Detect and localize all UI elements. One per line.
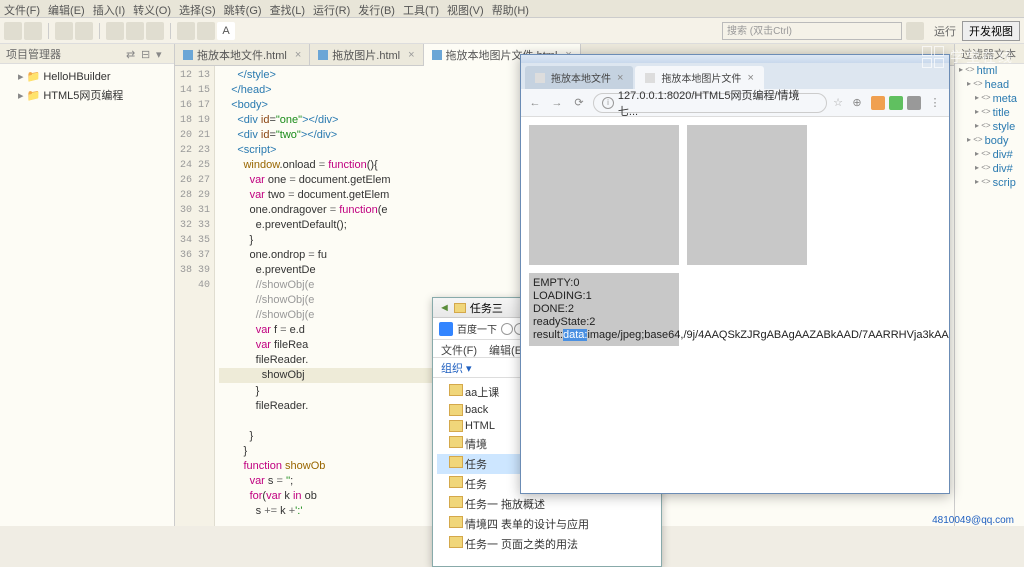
menu-item[interactable]: 选择(S) [179, 2, 216, 15]
drop-zone-one[interactable] [529, 125, 679, 265]
extension-icons [871, 96, 921, 110]
outline-item[interactable]: ▸ <>head [955, 78, 1024, 92]
file-icon [183, 50, 193, 60]
outline-panel: 过滤器文本 ▸ <>html▸ <>head▸ <>meta▸ <>title▸… [954, 44, 1024, 526]
outline-item[interactable]: ▸ <>meta [955, 92, 1024, 106]
nav-forward-icon[interactable]: → [549, 95, 565, 111]
menu-item[interactable]: 视图(V) [447, 2, 484, 15]
browser-window[interactable]: 拖放本地文件×拖放本地图片文件× ← → ⟳ i 127.0.0.1:8020/… [520, 54, 950, 494]
close-icon[interactable]: × [747, 72, 753, 84]
watermark: 学堂在线 [922, 46, 1014, 68]
run-label: 运行 [934, 23, 956, 39]
search-icon[interactable] [906, 22, 924, 40]
browser-tabs: 拖放本地文件×拖放本地图片文件× [521, 63, 949, 89]
menu-item[interactable]: 工具(T) [403, 2, 439, 15]
menu-item[interactable]: 运行(R) [313, 2, 350, 15]
menu-item[interactable]: 插入(I) [93, 2, 125, 15]
tool-new-icon[interactable] [4, 22, 22, 40]
tool-save-icon[interactable] [24, 22, 42, 40]
nav-back-icon[interactable]: ← [527, 95, 543, 111]
page-icon [645, 73, 655, 83]
drop-zone-two[interactable] [687, 125, 807, 265]
explorer-menu-item[interactable]: 文件(F) [441, 342, 477, 355]
menu-item[interactable]: 跳转(G) [224, 2, 262, 15]
file-item[interactable]: 任务一 页面之类的用法 [437, 534, 657, 554]
ext1-icon[interactable] [871, 96, 885, 110]
tool-redo-icon[interactable] [75, 22, 93, 40]
browser-titlebar[interactable] [521, 55, 949, 63]
tool-copy-icon[interactable] [126, 22, 144, 40]
tool-a-icon[interactable]: A [217, 22, 235, 40]
browser-body: EMPTY:0LOADING:1DONE:2readyState:2result… [521, 117, 949, 493]
menu-item[interactable]: 帮助(H) [492, 2, 529, 15]
project-tree[interactable]: 📁 HelloHBuilder📁 HTML5网页编程 [0, 64, 174, 109]
explorer-path: 任务三 [470, 300, 503, 316]
editor-tab[interactable]: 拖放图片.html× [310, 44, 423, 65]
tool-paste-icon[interactable] [146, 22, 164, 40]
explorer-back-icon[interactable]: ◄ [439, 302, 450, 314]
watermark-text: 学堂在线 [950, 47, 1014, 67]
close-icon[interactable]: × [295, 49, 301, 61]
baidu-label: 百度一下 [457, 321, 497, 336]
file-item[interactable]: 情境四 表单的设计与应用 [437, 514, 657, 534]
panel-collapse-icon[interactable]: ⊟ [141, 48, 153, 60]
outline-item[interactable]: ▸ <>div# [955, 148, 1024, 162]
search-input[interactable]: 搜索 (双击Ctrl) [722, 22, 902, 40]
outline-tree[interactable]: ▸ <>html▸ <>head▸ <>meta▸ <>title▸ <>sty… [955, 64, 1024, 190]
menu-item[interactable]: 编辑(E) [48, 2, 85, 15]
translate-icon[interactable]: ⊕ [849, 95, 865, 111]
ext3-icon[interactable] [907, 96, 921, 110]
project-panel-title: 项目管理器 [6, 46, 126, 62]
url-text: 127.0.0.1:8020/HTML5网页编程/情境七... [618, 87, 818, 119]
tool-undo-icon[interactable] [55, 22, 73, 40]
bookmark-icon[interactable]: ☆ [833, 96, 843, 109]
editor-tab[interactable]: 拖放本地文件.html× [175, 44, 310, 65]
outline-item[interactable]: ▸ <>div# [955, 162, 1024, 176]
tool-run-icon[interactable] [177, 22, 195, 40]
menu-item[interactable]: 发行(B) [358, 2, 395, 15]
nav-reload-icon[interactable]: ⟳ [571, 95, 587, 111]
menubar: 文件(F) 编辑(E) 插入(I) 转义(O) 选择(S) 跳转(G) 查找(L) 运行(R)… [0, 0, 1024, 18]
menu-item[interactable]: 转义(O) [133, 2, 171, 15]
url-bar[interactable]: i 127.0.0.1:8020/HTML5网页编程/情境七... [593, 93, 827, 113]
file-item[interactable]: 任务一 拖放概述 [437, 494, 657, 514]
menu-icon[interactable]: ⋮ [927, 95, 943, 111]
toolbar: A 搜索 (双击Ctrl) 运行 开发视图 [0, 18, 1024, 44]
panel-menu-icon[interactable]: ▾ [156, 48, 168, 60]
tool-cut-icon[interactable] [106, 22, 124, 40]
tool-format-icon[interactable] [197, 22, 215, 40]
close-icon[interactable]: × [408, 49, 414, 61]
panel-link-icon[interactable]: ⇄ [126, 48, 138, 60]
project-panel: 项目管理器 ⇄ ⊟ ▾ 📁 HelloHBuilder📁 HTML5网页编程 [0, 44, 175, 526]
file-icon [432, 50, 442, 60]
footer-email[interactable]: 4810049@qq.com [932, 515, 1014, 526]
close-icon[interactable]: × [617, 72, 623, 84]
outline-item[interactable]: ▸ <>body [955, 134, 1024, 148]
output-box: EMPTY:0LOADING:1DONE:2readyState:2result… [529, 273, 679, 346]
tree-item[interactable]: 📁 HTML5网页编程 [4, 85, 170, 105]
project-panel-header: 项目管理器 ⇄ ⊟ ▾ [0, 44, 174, 64]
ext2-icon[interactable] [889, 96, 903, 110]
browser-nav: ← → ⟳ i 127.0.0.1:8020/HTML5网页编程/情境七... … [521, 89, 949, 117]
folder-icon [454, 303, 466, 313]
outline-item[interactable]: ▸ <>style [955, 120, 1024, 134]
gutter: 12 13 14 15 16 17 18 19 20 21 22 23 24 2… [175, 66, 215, 526]
outline-item[interactable]: ▸ <>scrip [955, 176, 1024, 190]
baidu-icon[interactable] [439, 322, 453, 336]
organize-button[interactable]: 组织 ▾ [441, 360, 472, 376]
outline-item[interactable]: ▸ <>title [955, 106, 1024, 120]
page-icon [535, 73, 545, 83]
tree-item[interactable]: 📁 HelloHBuilder [4, 68, 170, 85]
menu-item[interactable]: 文件(F) [4, 2, 40, 15]
file-icon [318, 50, 328, 60]
site-info-icon[interactable]: i [602, 97, 614, 109]
dev-view-button[interactable]: 开发视图 [962, 21, 1020, 41]
menu-item[interactable]: 查找(L) [270, 2, 305, 15]
